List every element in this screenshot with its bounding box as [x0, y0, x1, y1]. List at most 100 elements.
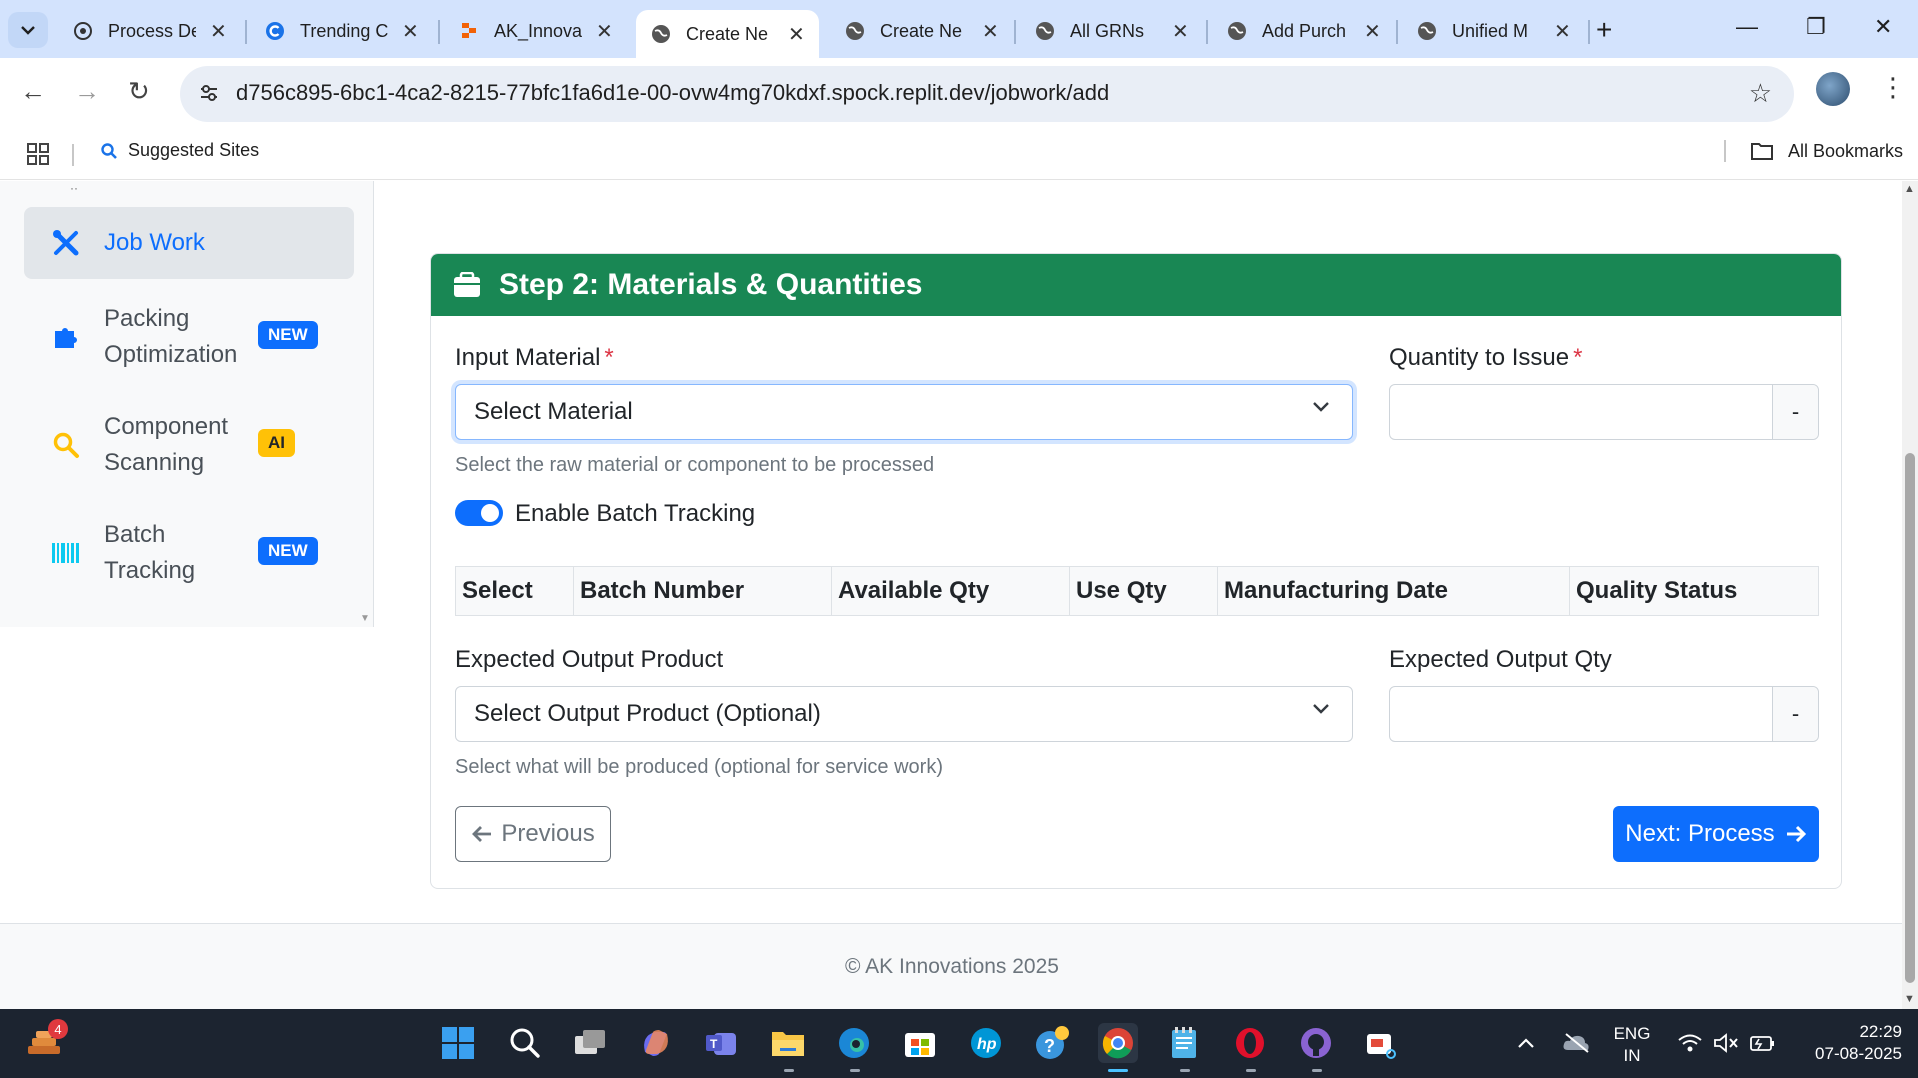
- tab-label: Unified M: [1452, 20, 1529, 41]
- quantity-to-issue-group: -: [1389, 384, 1819, 440]
- expected-output-product-help: Select what will be produced (optional f…: [455, 756, 943, 778]
- window-close-icon[interactable]: ✕: [1874, 14, 1892, 40]
- sidebar-item-label: Job Work: [104, 229, 205, 256]
- close-icon[interactable]: ✕: [596, 19, 613, 44]
- site-settings-icon[interactable]: [198, 82, 220, 109]
- apps-grid-icon[interactable]: [26, 142, 50, 171]
- menu-kebab-icon[interactable]: ⋮: [1880, 72, 1906, 103]
- sidebar: ·· Job Work Packing Optimization NEW Com…: [0, 181, 374, 627]
- close-icon[interactable]: ✕: [1364, 19, 1381, 44]
- tab-process[interactable]: Process De ✕: [58, 10, 241, 52]
- all-bookmarks-button[interactable]: All Bookmarks: [1724, 140, 1903, 162]
- minimize-icon[interactable]: —: [1736, 14, 1758, 40]
- quantity-to-issue-label: Quantity to Issue *: [1389, 344, 1583, 371]
- teams-icon[interactable]: T: [702, 1023, 742, 1063]
- suggested-sites-label: Suggested Sites: [128, 140, 260, 160]
- close-icon[interactable]: ✕: [210, 19, 227, 44]
- tab-create-new-2[interactable]: Create Ne ✕: [830, 10, 1013, 52]
- suggested-sites-bookmark[interactable]: Suggested Sites: [100, 140, 259, 161]
- sidebar-item-job-work[interactable]: Job Work: [24, 207, 354, 279]
- notepad-icon[interactable]: [1164, 1023, 1204, 1063]
- sidebar-item-label: Component Scanning: [104, 413, 229, 476]
- onedrive-offline-icon[interactable]: [1556, 1023, 1596, 1063]
- edge-browser-icon[interactable]: [834, 1023, 874, 1063]
- sidebar-item-packing-optimization[interactable]: Packing Optimization NEW: [24, 299, 354, 375]
- tab-label: All GRNs: [1070, 20, 1145, 41]
- language-indicator[interactable]: ENG IN: [1612, 1023, 1652, 1067]
- globe-icon: [1034, 20, 1056, 42]
- folder-icon: [1751, 143, 1773, 160]
- address-bar[interactable]: d756c895-6bc1-4ca2-8215-77bfc1fa6d1e-00-…: [180, 66, 1794, 122]
- battery-icon[interactable]: [1742, 1023, 1782, 1063]
- card-title: Step 2: Materials & Quantities: [499, 268, 923, 301]
- expected-output-product-value: Select Output Product (Optional): [474, 700, 821, 727]
- scroll-down-arrow[interactable]: ▼: [1904, 993, 1915, 1005]
- close-icon[interactable]: ✕: [788, 22, 805, 47]
- quantity-unit: -: [1772, 385, 1818, 439]
- hp-icon[interactable]: hp: [966, 1023, 1006, 1063]
- chevron-down-icon: [21, 26, 35, 35]
- tab-unified[interactable]: Unified M ✕: [1402, 10, 1585, 52]
- clock[interactable]: 22:29 07-08-2025: [1792, 1021, 1902, 1065]
- wifi-icon[interactable]: [1670, 1023, 1710, 1063]
- tab-search-button[interactable]: [8, 12, 48, 48]
- copilot-icon[interactable]: [636, 1023, 676, 1063]
- sidebar-scroll-down-arrow[interactable]: ▼: [360, 613, 370, 624]
- clock-time: 22:29: [1859, 1022, 1902, 1041]
- page-scrollbar[interactable]: ▲ ▼: [1902, 181, 1918, 1009]
- tab-ak-innovations[interactable]: AK_Innova ✕: [444, 10, 627, 52]
- tab-trending[interactable]: Trending C ✕: [250, 10, 433, 52]
- tray-overflow-chevron-icon[interactable]: [1506, 1023, 1546, 1063]
- expected-output-product-select[interactable]: Select Output Product (Optional): [455, 686, 1353, 742]
- page-viewport: ·· Job Work Packing Optimization NEW Com…: [0, 181, 1918, 1009]
- taskbar-search-icon[interactable]: [505, 1023, 545, 1063]
- volume-muted-icon[interactable]: [1706, 1023, 1746, 1063]
- microsoft-store-icon[interactable]: [900, 1023, 940, 1063]
- arrow-left-icon: [472, 826, 492, 842]
- opera-icon[interactable]: [1230, 1023, 1270, 1063]
- github-icon[interactable]: [1296, 1023, 1336, 1063]
- profile-avatar[interactable]: [1816, 72, 1850, 106]
- sidebar-item-component-scanning[interactable]: Component Scanning AI: [24, 407, 354, 483]
- browser-tab-strip: Process De ✕ Trending C ✕ AK_Innova ✕ Cr…: [0, 0, 1918, 58]
- input-material-label: Input Material *: [455, 344, 614, 371]
- input-material-value: Select Material: [474, 398, 633, 425]
- batch-tracking-toggle[interactable]: [455, 500, 503, 526]
- scrollbar-thumb[interactable]: [1905, 453, 1915, 983]
- tab-all-grns[interactable]: All GRNs ✕: [1020, 10, 1203, 52]
- file-explorer-icon[interactable]: [768, 1023, 808, 1063]
- close-icon[interactable]: ✕: [1554, 19, 1571, 44]
- forward-arrow-icon[interactable]: →: [74, 76, 100, 107]
- snipping-tool-icon[interactable]: [1360, 1023, 1400, 1063]
- restore-icon[interactable]: ❐: [1806, 14, 1826, 40]
- puzzle-icon: [46, 323, 86, 351]
- scroll-up-arrow[interactable]: ▲: [1904, 183, 1915, 195]
- bookmark-star-icon[interactable]: ☆: [1749, 78, 1772, 109]
- tab-label: Create Ne: [880, 20, 963, 41]
- new-tab-plus-icon[interactable]: +: [1596, 14, 1612, 46]
- windows-start-icon[interactable]: [438, 1023, 478, 1063]
- chevron-down-icon: [1313, 704, 1329, 714]
- table-header-quality-status: Quality Status: [1576, 577, 1738, 604]
- close-icon[interactable]: ✕: [402, 19, 419, 44]
- back-arrow-icon[interactable]: ←: [20, 76, 46, 107]
- tab-add-purchase[interactable]: Add Purch ✕: [1212, 10, 1395, 52]
- chrome-icon[interactable]: [1098, 1023, 1138, 1063]
- close-icon[interactable]: ✕: [1172, 19, 1189, 44]
- box-icon: [454, 272, 480, 297]
- close-icon[interactable]: ✕: [982, 19, 999, 44]
- next-process-button[interactable]: Next: Process: [1613, 806, 1819, 862]
- help-icon[interactable]: ?: [1032, 1023, 1072, 1063]
- input-material-select[interactable]: Select Material: [455, 384, 1353, 440]
- reload-icon[interactable]: ↻: [128, 76, 150, 107]
- expected-output-qty-input[interactable]: [1390, 687, 1772, 741]
- quantity-to-issue-input[interactable]: [1390, 385, 1772, 439]
- page-footer: © AK Innovations 2025: [0, 923, 1904, 1009]
- tab-create-new-active[interactable]: Create Ne ✕: [636, 10, 819, 58]
- c-icon: [264, 20, 286, 42]
- svg-text:T: T: [710, 1037, 718, 1051]
- previous-button[interactable]: Previous: [455, 806, 611, 862]
- task-view-icon[interactable]: [570, 1023, 610, 1063]
- sidebar-item-batch-tracking[interactable]: Batch Tracking NEW: [24, 515, 354, 591]
- globe-icon: [1416, 20, 1438, 42]
